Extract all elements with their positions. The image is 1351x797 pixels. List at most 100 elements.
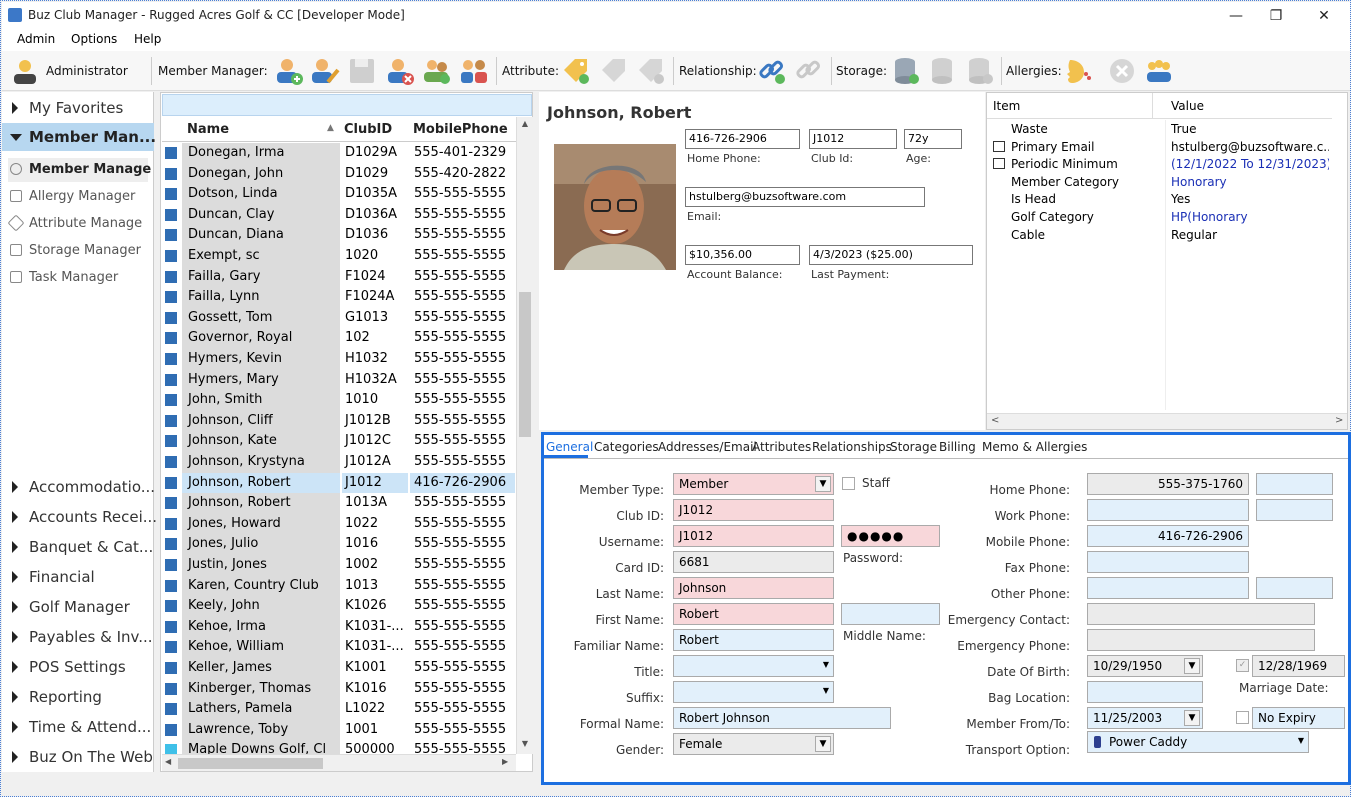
menu-help[interactable]: Help	[134, 32, 161, 46]
table-row[interactable]: John, Smith 1010 555-555-5555	[162, 390, 516, 411]
table-row[interactable]: Governor, Royal 102 555-555-5555	[162, 328, 516, 349]
table-row[interactable]: Lawrence, Toby 1001 555-555-5555	[162, 719, 516, 741]
nav-sub-attribute-manage[interactable]: Attribute Manage	[7, 212, 148, 236]
suffix-select[interactable]: ▼	[673, 681, 834, 703]
table-row[interactable]: Jones, Julio 1016 555-555-5555	[162, 534, 516, 555]
home-phone-ext-input[interactable]	[1256, 473, 1333, 495]
other-phone-ext-input[interactable]	[1256, 577, 1333, 599]
add-storage-icon[interactable]	[891, 56, 921, 86]
table-row[interactable]: Lathers, Pamela L1022 555-555-5555	[162, 699, 516, 720]
add-member-icon[interactable]	[274, 56, 304, 86]
table-row[interactable]: Kinberger, Thomas K1016 555-555-5555	[162, 678, 516, 700]
member-to-picker[interactable]: No Expiry	[1252, 707, 1345, 729]
scrollbar-thumb[interactable]	[519, 292, 531, 437]
emergency-contact-input[interactable]	[1087, 603, 1315, 625]
marriage-date-checkbox[interactable]: ✓	[1236, 659, 1249, 672]
grid-filter-row[interactable]	[162, 94, 532, 116]
delete-member-icon[interactable]	[385, 56, 415, 86]
property-row[interactable]: Is Head Yes	[987, 190, 1332, 208]
first-name-input[interactable]: Robert	[673, 603, 834, 625]
maximize-button[interactable]: ❐	[1254, 5, 1298, 27]
property-row[interactable]: Golf Category HP(Honorary	[987, 208, 1332, 226]
bag-location-input[interactable]	[1087, 681, 1203, 703]
nav-sub-allergy-manager[interactable]: Allergy Manager	[8, 185, 148, 209]
menu-admin[interactable]: Admin	[17, 32, 55, 46]
table-row[interactable]: Hymers, Kevin H1032 555-555-5555	[162, 349, 516, 370]
nav-group-accommodation[interactable]: Accommodatio...	[2, 473, 155, 501]
nav-group-accounts-receivable[interactable]: Accounts Recei...	[2, 503, 157, 531]
tab-general[interactable]: General	[546, 440, 593, 454]
scrollbar-thumb[interactable]	[178, 758, 323, 769]
column-header-name[interactable]: Name	[187, 122, 229, 137]
property-row[interactable]: Primary Email hstulberg@buzsoftware.c...	[987, 138, 1332, 156]
property-horizontal-scrollbar[interactable]: < >	[987, 413, 1347, 429]
nav-sub-member-manage[interactable]: Member Manage	[8, 158, 151, 182]
card-id-input[interactable]: 6681	[673, 551, 834, 573]
table-row[interactable]: Dotson, Linda D1035A 555-555-5555	[162, 184, 516, 205]
table-row[interactable]: Karen, Country Club 1013 555-555-5555	[162, 575, 516, 597]
table-row[interactable]: Kehoe, Irma K1031-... 555-555-5555	[162, 616, 516, 638]
tab-attributes[interactable]: Attributes	[752, 440, 811, 454]
marriage-date-picker[interactable]: 12/28/1969	[1252, 655, 1345, 677]
scroll-up-arrow-icon[interactable]: ▲	[519, 119, 531, 131]
table-row[interactable]: Failla, Gary F1024 555-555-5555	[162, 266, 516, 288]
club-id-input[interactable]: J1012	[673, 499, 834, 521]
add-attribute-icon[interactable]	[561, 56, 591, 86]
allergy-group-icon[interactable]	[1144, 56, 1174, 86]
table-row[interactable]: Johnson, Robert J1012 416-726-2906	[162, 472, 516, 494]
table-row[interactable]: Duncan, Diana D1036 555-555-5555	[162, 225, 516, 246]
date-of-birth-picker[interactable]: 10/29/1950 ▼	[1087, 655, 1203, 677]
property-row[interactable]: Waste True	[987, 120, 1332, 138]
nav-group-banquet[interactable]: Banquet & Cat...	[2, 533, 154, 561]
transport-option-select[interactable]: Power Caddy ▼	[1087, 731, 1309, 753]
table-row[interactable]: Jones, Howard 1022 555-555-5555	[162, 513, 516, 535]
scroll-right-arrow-icon[interactable]: >	[1335, 415, 1343, 426]
table-row[interactable]: Donegan, John D1029 555-420-2822	[162, 163, 516, 185]
scroll-left-arrow-icon[interactable]: <	[991, 415, 999, 426]
work-phone-input[interactable]	[1087, 499, 1249, 521]
column-header-clubid[interactable]: ClubID	[344, 122, 392, 137]
nav-group-golf-manager[interactable]: Golf Manager	[2, 593, 154, 621]
work-phone-ext-input[interactable]	[1256, 499, 1333, 521]
table-row[interactable]: Keely, John K1026 555-555-5555	[162, 596, 516, 617]
horizontal-scrollbar[interactable]: ◀ ▶	[162, 754, 516, 771]
formal-name-input[interactable]: Robert Johnson	[673, 707, 891, 729]
nav-group-buz-on-the-web[interactable]: Buz On The Web	[2, 743, 154, 771]
emergency-phone-input[interactable]	[1087, 629, 1315, 651]
gender-select[interactable]: Female ▼	[673, 733, 834, 755]
password-input[interactable]: ●●●●●	[841, 525, 940, 547]
mobile-phone-input[interactable]: 416-726-2906	[1087, 525, 1249, 547]
property-row[interactable]: Periodic Minimum (12/1/2022 To 12/31/2023…	[987, 155, 1332, 173]
nav-sub-storage-manager[interactable]: Storage Manager	[8, 239, 148, 263]
familiar-name-input[interactable]: Robert	[673, 629, 834, 651]
no-expiry-checkbox[interactable]	[1236, 711, 1249, 724]
fax-phone-input[interactable]	[1087, 551, 1249, 573]
tab-categories[interactable]: Categories	[594, 440, 659, 454]
table-row[interactable]: Justin, Jones 1002 555-555-5555	[162, 555, 516, 576]
edit-member-icon[interactable]	[310, 56, 340, 86]
last-name-input[interactable]: Johnson	[673, 577, 834, 599]
tab-storage[interactable]: Storage	[890, 440, 937, 454]
other-phone-input[interactable]	[1087, 577, 1249, 599]
scroll-down-arrow-icon[interactable]: ▼	[519, 739, 531, 751]
property-row[interactable]: Cable Regular	[987, 226, 1332, 244]
nav-group-pos-settings[interactable]: POS Settings	[2, 653, 154, 681]
table-row[interactable]: Duncan, Clay D1036A 555-555-5555	[162, 204, 516, 226]
table-row[interactable]: Exempt, sc 1020 555-555-5555	[162, 246, 516, 267]
admin-user-icon[interactable]	[10, 56, 40, 86]
title-select[interactable]: ▼	[673, 655, 834, 677]
column-header-mobilephone[interactable]: MobilePhone	[413, 122, 508, 137]
add-relationship-icon[interactable]	[757, 56, 787, 86]
username-input[interactable]: J1012	[673, 525, 834, 547]
tab-memo-allergies[interactable]: Memo & Allergies	[982, 440, 1087, 454]
tab-relationships[interactable]: Relationships	[812, 440, 892, 454]
add-allergy-icon[interactable]	[1062, 56, 1092, 86]
table-row[interactable]: Johnson, Robert 1013A 555-555-5555	[162, 493, 516, 514]
middle-name-input[interactable]	[841, 603, 940, 625]
table-row[interactable]: Gossett, Tom G1013 555-555-5555	[162, 307, 516, 329]
family-members-icon[interactable]	[459, 56, 489, 86]
table-row[interactable]: Kehoe, William K1031-... 555-555-5555	[162, 637, 516, 658]
vertical-scrollbar[interactable]: ▲ ▼	[516, 117, 533, 754]
nav-member-manager[interactable]: Member Man...	[2, 123, 156, 151]
close-button[interactable]: ✕	[1302, 5, 1346, 27]
